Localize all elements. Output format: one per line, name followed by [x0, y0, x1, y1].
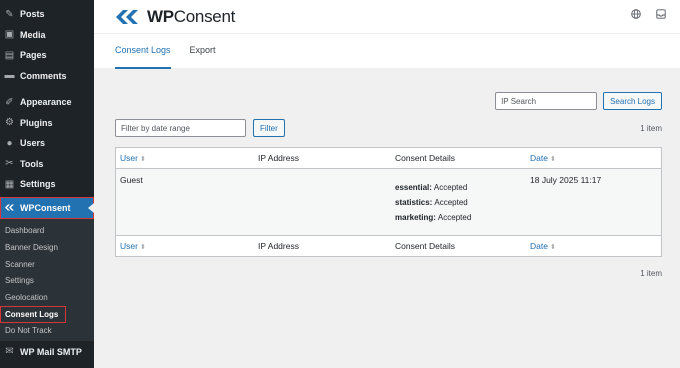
- sidebar-item-comments[interactable]: ▬ Comments: [0, 66, 94, 87]
- column-footer-user[interactable]: User ⬍: [116, 241, 254, 251]
- filter-button[interactable]: Filter: [253, 119, 285, 137]
- sidebar-item-appearance[interactable]: ✐ Appearance: [0, 92, 94, 113]
- submenu-item-dashboard[interactable]: Dashboard: [0, 223, 94, 240]
- column-footer-ip: IP Address: [258, 241, 299, 251]
- sort-icon: ⬍: [549, 244, 556, 251]
- tabs-bar: Consent Logs Export: [94, 33, 680, 69]
- media-icon: ▣: [4, 29, 15, 41]
- wpconsent-icon: [4, 202, 15, 213]
- date-range-filter-input[interactable]: Filter by date range: [115, 119, 246, 137]
- table-header: User ⬍ IP Address Consent Details Date ⬍: [116, 148, 661, 169]
- search-logs-button[interactable]: Search Logs: [603, 92, 662, 110]
- column-header-date[interactable]: Date ⬍: [526, 153, 661, 163]
- globe-icon[interactable]: [630, 8, 641, 19]
- wpconsent-logo: WPConsent: [115, 7, 235, 27]
- column-header-ip: IP Address: [258, 153, 299, 163]
- column-footer-date[interactable]: Date ⬍: [526, 241, 661, 251]
- pin-icon: ✎: [5, 8, 14, 20]
- submenu-item-settings[interactable]: Settings: [0, 273, 94, 290]
- plugins-icon: ⚙: [5, 117, 14, 129]
- sidebar-item-users[interactable]: ● Users: [0, 133, 94, 154]
- wpconsent-logo-icon: [116, 9, 138, 24]
- cell-consent-details: essential: Accepted statistics: Accepted m…: [391, 175, 526, 225]
- sort-icon: ⬍: [549, 156, 556, 163]
- sidebar-item-media[interactable]: ▣ Media: [0, 25, 94, 46]
- wpconsent-submenu: Dashboard Banner Design Scanner Settings…: [0, 218, 94, 342]
- sidebar-item-tools[interactable]: ✂ Tools: [0, 154, 94, 175]
- submenu-item-do-not-track[interactable]: Do Not Track: [0, 323, 94, 340]
- comments-icon: ▬: [4, 70, 15, 82]
- mail-icon: ✉: [5, 346, 14, 358]
- cell-date: 18 July 2025 11:17: [530, 175, 602, 185]
- column-header-user[interactable]: User ⬍: [116, 153, 254, 163]
- sidebar-item-wp-mail-smtp[interactable]: ✉ WP Mail SMTP: [0, 341, 94, 362]
- submenu-item-consent-logs[interactable]: Consent Logs: [0, 305, 66, 323]
- consent-logs-table: User ⬍ IP Address Consent Details Date ⬍ G…: [115, 147, 662, 257]
- appearance-icon: ✐: [5, 96, 14, 108]
- settings-icon: ▦: [4, 178, 15, 190]
- submenu-item-scanner[interactable]: Scanner: [0, 256, 94, 273]
- consent-detail-essential: essential: Accepted: [395, 183, 468, 192]
- item-count-bottom: 1 item: [640, 269, 662, 278]
- table-footer: User ⬍ IP Address Consent Details Date ⬍: [116, 235, 661, 256]
- sort-icon: ⬍: [139, 156, 146, 163]
- item-count: 1 item: [640, 123, 662, 133]
- main-content: WPConsent Consent Logs Export IP Search …: [94, 0, 680, 368]
- inbox-icon[interactable]: [655, 8, 666, 19]
- pages-icon: ▤: [4, 49, 15, 61]
- column-header-consent-details: Consent Details: [395, 153, 456, 163]
- consent-detail-marketing: marketing: Accepted: [395, 213, 472, 222]
- logo-text: WPConsent: [147, 6, 236, 26]
- tools-icon: ✂: [5, 158, 14, 170]
- sidebar-item-plugins[interactable]: ⚙ Plugins: [0, 113, 94, 134]
- consent-detail-statistics: statistics: Accepted: [395, 198, 468, 207]
- admin-sidebar: ✎ Posts ▣ Media ▤ Pages ▬ Comments ✐ Appearan…: [0, 0, 94, 368]
- sidebar-item-posts[interactable]: ✎ Posts: [0, 4, 94, 25]
- submenu-item-banner-design[interactable]: Banner Design: [0, 239, 94, 256]
- tab-export[interactable]: Export: [190, 34, 216, 69]
- users-icon: ●: [6, 137, 13, 149]
- plugin-header: WPConsent: [94, 0, 680, 33]
- column-footer-consent-details: Consent Details: [395, 241, 456, 251]
- sort-icon: ⬍: [139, 244, 146, 251]
- table-row: Guest essential: Accepted statistics: Acce…: [116, 169, 661, 235]
- sidebar-item-settings[interactable]: ▦ Settings: [0, 174, 94, 195]
- sidebar-item-wpconsent[interactable]: WPConsent: [0, 196, 94, 219]
- cell-user: Guest: [120, 175, 143, 185]
- tab-consent-logs[interactable]: Consent Logs: [115, 34, 171, 69]
- submenu-item-geolocation[interactable]: Geolocation: [0, 289, 94, 306]
- ip-search-input[interactable]: IP Search: [495, 92, 598, 110]
- sidebar-item-pages[interactable]: ▤ Pages: [0, 45, 94, 66]
